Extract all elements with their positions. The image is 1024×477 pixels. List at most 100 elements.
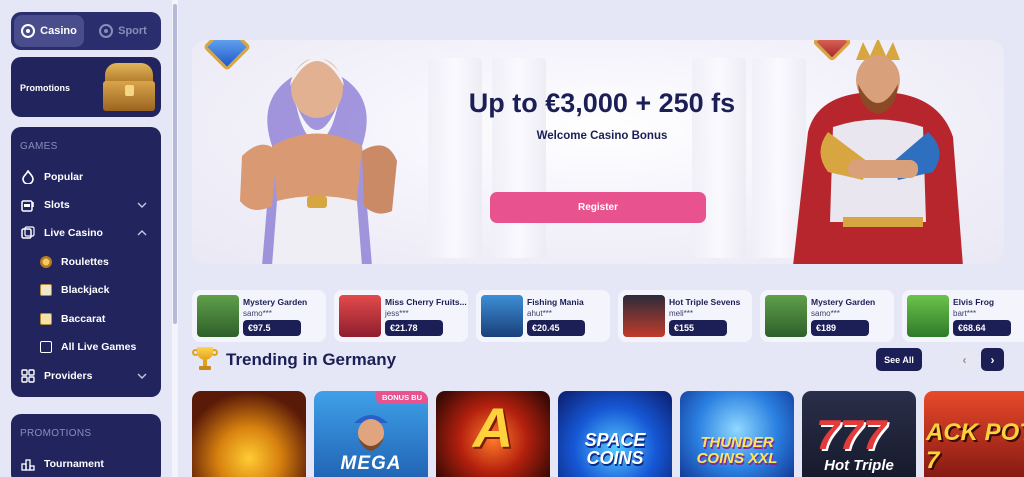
nav-slots[interactable]: Slots [11, 193, 161, 217]
chevron-down-icon [137, 200, 147, 210]
nav-baccarat-label: Baccarat [61, 313, 106, 325]
game-thumbnail [907, 295, 949, 337]
game-tile[interactable] [192, 391, 306, 477]
sport-tab[interactable]: Sport [88, 15, 158, 47]
nav-all-live-games-label: All Live Games [61, 341, 137, 353]
nav-live-casino-label: Live Casino [44, 227, 103, 239]
win-card[interactable]: Fishing Mania ahut*** €20.45 [476, 290, 610, 342]
game-tile[interactable]: ACK POT 7 [924, 391, 1024, 477]
win-amount: €68.64 [953, 320, 1011, 336]
zeus-character-illustration [240, 56, 397, 264]
game-tile[interactable]: A [436, 391, 550, 477]
win-user: jess*** [385, 309, 409, 318]
win-user: samo*** [811, 309, 840, 318]
nav-all-live-games[interactable]: All Live Games [11, 335, 161, 359]
nav-popular[interactable]: Popular [11, 165, 161, 189]
next-arrow-button[interactable]: › [981, 348, 1004, 371]
games-panel: GAMES Popular Slots Live Casino Roulette… [11, 127, 161, 397]
game-title: ACK POT 7 [926, 419, 1024, 474]
hero-banner[interactable]: Up to €3,000 + 250 fs Welcome Casino Bon… [192, 40, 1004, 264]
ball-icon [99, 24, 114, 38]
nav-providers[interactable]: Providers [11, 364, 161, 388]
win-card[interactable]: Elvis Frog bart*** €68.64 [902, 290, 1024, 342]
game-title: Hot Triple [824, 457, 894, 474]
nav-popular-label: Popular [44, 171, 84, 183]
trending-games-row: BONUS BU MEGA A SPACE COINS THUNDER COIN… [192, 391, 1024, 477]
nav-blackjack-label: Blackjack [61, 284, 110, 296]
slot-machine-icon [21, 198, 35, 212]
nav-roulettes-label: Roulettes [61, 256, 109, 268]
hero-subtitle: Welcome Casino Bonus [536, 130, 668, 142]
win-game-name: Hot Triple Sevens [669, 297, 741, 307]
sevens-graphic: 777 [816, 411, 887, 458]
trending-title: Trending in Germany [226, 350, 397, 369]
game-tile[interactable]: BONUS BU MEGA [314, 391, 428, 477]
game-thumbnail [481, 295, 523, 337]
nav-tournament-label: Tournament [44, 458, 104, 470]
podium-icon [21, 457, 35, 471]
win-card[interactable]: Hot Triple Sevens meli*** €155 [618, 290, 752, 342]
nav-blackjack[interactable]: Blackjack [11, 278, 161, 302]
dice-icon [21, 226, 35, 240]
register-button[interactable]: Register [490, 192, 706, 223]
sport-tab-label: Sport [118, 25, 147, 37]
cards-icon [39, 283, 53, 297]
win-amount: €189 [811, 320, 869, 336]
trending-header: Trending in Germany See All ‹ › [192, 346, 1004, 374]
casino-tab-label: Casino [40, 25, 77, 37]
game-tile[interactable]: 777 Hot Triple [802, 391, 916, 477]
game-thumbnail [339, 295, 381, 337]
promotions-card[interactable]: Promotions [11, 57, 161, 117]
nav-tournament[interactable]: Tournament [11, 452, 161, 476]
bonus-buy-badge: BONUS BU [375, 391, 428, 404]
hero-title: Up to €3,000 + 250 fs [468, 88, 736, 118]
win-game-name: Mystery Garden [811, 297, 876, 307]
win-amount: €20.45 [527, 320, 585, 336]
win-game-name: Elvis Frog [953, 297, 995, 307]
fisherman-illustration [354, 415, 388, 451]
game-tile[interactable]: SPACE COINS [558, 391, 672, 477]
promotions-panel: PROMOTIONS Tournament [11, 414, 161, 477]
win-card[interactable]: Mystery Garden samo*** €97.5 [192, 290, 326, 342]
win-amount: €155 [669, 320, 727, 336]
recent-wins-ticker: Mystery Garden samo*** €97.5 Miss Cherry… [192, 290, 1024, 342]
game-thumbnail [623, 295, 665, 337]
prev-arrow-button[interactable]: ‹ [953, 348, 976, 371]
games-section-title: GAMES [20, 141, 58, 152]
see-all-button[interactable]: See All [876, 348, 922, 371]
win-card[interactable]: Miss Cherry Fruits... jess*** €21.78 [334, 290, 468, 342]
win-amount: €97.5 [243, 320, 301, 336]
mode-switch: Casino Sport [11, 12, 161, 50]
win-user: samo*** [243, 309, 272, 318]
chip-icon [21, 24, 36, 38]
nav-roulettes[interactable]: Roulettes [11, 250, 161, 274]
nav-baccarat[interactable]: Baccarat [11, 307, 161, 331]
nav-slots-label: Slots [44, 199, 70, 211]
king-character-illustration [793, 40, 963, 264]
flame-icon [21, 170, 35, 184]
roulette-icon [39, 255, 53, 269]
promotions-section-title: PROMOTIONS [20, 428, 92, 439]
game-thumbnail [765, 295, 807, 337]
nav-providers-label: Providers [44, 370, 93, 382]
win-game-name: Mystery Garden [243, 297, 308, 307]
game-title: SPACE COINS [584, 430, 646, 468]
game-title: THUNDER COINS XXL [696, 434, 778, 467]
scrollbar-thumb[interactable] [173, 4, 177, 324]
chevron-up-icon [137, 228, 147, 238]
casino-tab[interactable]: Casino [14, 15, 84, 47]
game-title: A [472, 396, 514, 459]
promotions-card-label: Promotions [20, 83, 71, 93]
game-art [192, 391, 306, 477]
main-content: Up to €3,000 + 250 fs Welcome Casino Bon… [178, 0, 1024, 477]
win-game-name: Miss Cherry Fruits... [385, 297, 467, 307]
game-thumbnail [197, 295, 239, 337]
win-card[interactable]: Mystery Garden samo*** €189 [760, 290, 894, 342]
sidebar: Casino Sport Promotions GAMES Popular Sl… [0, 0, 172, 477]
win-game-name: Fishing Mania [527, 297, 584, 307]
game-tile[interactable]: THUNDER COINS XXL [680, 391, 794, 477]
nav-live-casino[interactable]: Live Casino [11, 221, 161, 245]
box-icon [39, 340, 53, 354]
treasure-chest-icon [101, 63, 157, 113]
win-user: ahut*** [527, 309, 552, 318]
